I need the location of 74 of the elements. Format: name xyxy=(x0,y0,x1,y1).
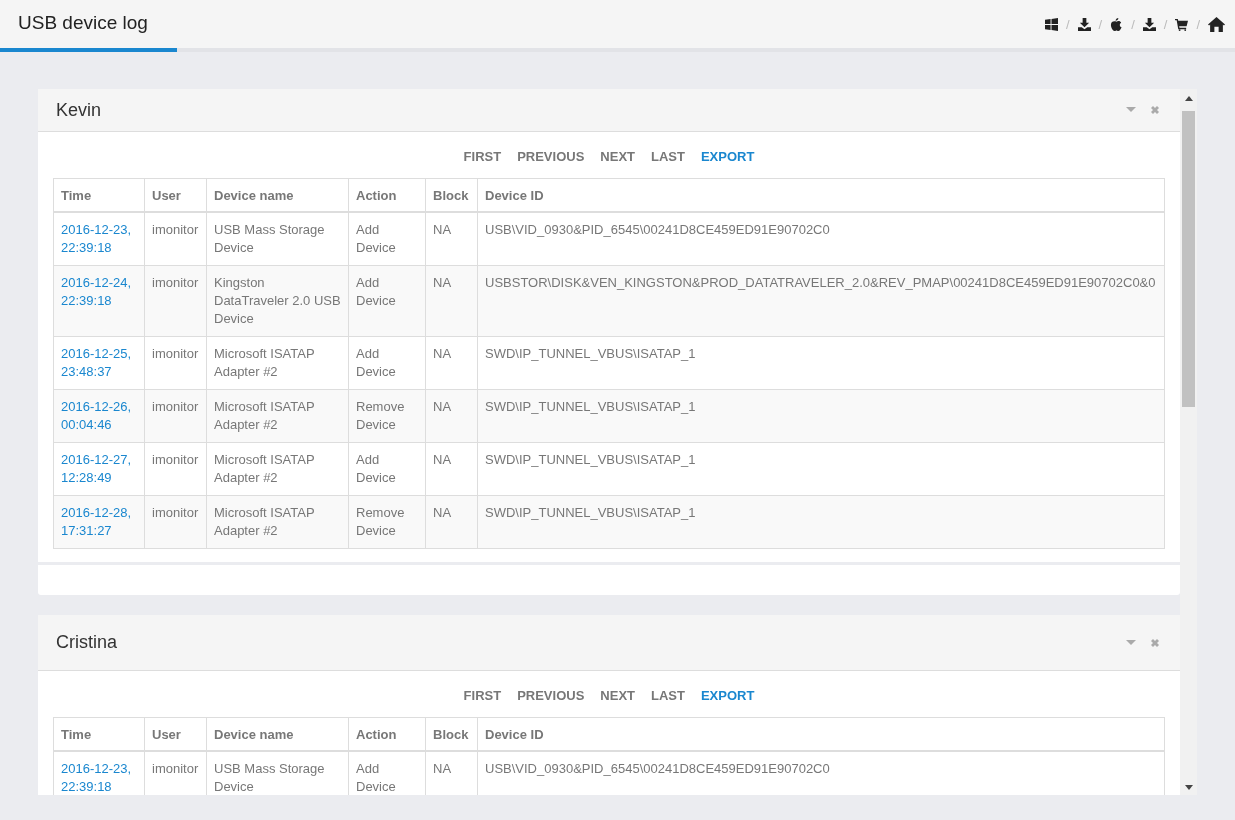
column-header: Time xyxy=(53,178,145,212)
scrollbar[interactable] xyxy=(1180,89,1197,795)
pager-link[interactable]: PREVIOUS xyxy=(517,149,585,164)
panel-title: Cristina xyxy=(56,632,118,653)
separator: / xyxy=(1196,16,1200,32)
table-cell-text: Remove Device xyxy=(356,398,406,434)
column-header: Device ID xyxy=(477,717,1165,751)
table-cell-text: USB\VID_0930&PID_6545\00241D8CE459ED91E90702C0 xyxy=(485,760,831,778)
column-header: Device name xyxy=(206,717,349,751)
table-cell-text: USB Mass Storage Device xyxy=(214,760,326,795)
table-cell: imonitor xyxy=(152,274,199,292)
table-cell-text: Add Device xyxy=(356,451,397,487)
download-icon[interactable] xyxy=(1142,17,1156,31)
pager-link[interactable]: PREVIOUS xyxy=(517,688,585,703)
table-cell-text: Add Device xyxy=(356,345,397,381)
table-cell: imonitor xyxy=(152,760,199,778)
column-header: User xyxy=(144,717,207,751)
table-cell-text: NA xyxy=(433,274,453,292)
pager-link[interactable]: LAST xyxy=(651,149,685,164)
table-cell-text: Microsoft ISATAP Adapter #2 xyxy=(214,504,316,540)
table-cell-text: Add Device xyxy=(356,274,397,310)
separator: / xyxy=(1065,16,1070,32)
download-icon[interactable] xyxy=(1077,17,1091,31)
table-cell-text: Microsoft ISATAP Adapter #2 xyxy=(214,345,316,381)
table-cell-text: Microsoft ISATAP Adapter #2 xyxy=(214,398,316,434)
table-cell-text: NA xyxy=(433,504,453,522)
table-cell-text: Add Device xyxy=(356,760,397,795)
table-cell: imonitor xyxy=(152,221,199,239)
export-link[interactable]: EXPORT xyxy=(700,688,755,703)
separator: / xyxy=(1163,16,1168,32)
table-cell-text: NA xyxy=(433,398,453,416)
column-header: Device ID xyxy=(477,178,1165,212)
table-cell-text: SWD\IP_TUNNEL_VBUS\ISATAP_1 xyxy=(485,345,697,363)
column-header: Device name xyxy=(206,178,349,212)
cart-icon[interactable] xyxy=(1175,17,1189,31)
column-header: User xyxy=(144,178,207,212)
pager-link[interactable]: FIRST xyxy=(463,149,502,164)
page-title: USB device log xyxy=(0,0,177,52)
table-cell-text: USB Mass Storage Device xyxy=(214,221,326,257)
table-cell: imonitor xyxy=(152,504,199,522)
column-header: Block xyxy=(425,178,478,212)
pager-link[interactable]: NEXT xyxy=(600,688,635,703)
table-cell-text: SWD\IP_TUNNEL_VBUS\ISATAP_1 xyxy=(485,451,697,469)
table-cell: imonitor xyxy=(152,345,199,363)
table-cell-text: SWD\IP_TUNNEL_VBUS\ISATAP_1 xyxy=(485,398,697,416)
pager-link[interactable]: FIRST xyxy=(463,688,502,703)
table-cell: imonitor xyxy=(152,451,199,469)
table-cell-text: SWD\IP_TUNNEL_VBUS\ISATAP_1 xyxy=(485,504,697,522)
table-cell-text: USB\VID_0930&PID_6545\00241D8CE459ED91E90702C0 xyxy=(485,221,831,239)
windows-icon[interactable] xyxy=(1044,17,1058,31)
separator: / xyxy=(1131,16,1135,32)
column-header: Block xyxy=(425,717,478,751)
table-cell-text: Microsoft ISATAP Adapter #2 xyxy=(214,451,316,487)
table-cell-text: NA xyxy=(433,451,453,469)
column-header: Action xyxy=(348,717,426,751)
table-cell: Kingston DataTraveler 2.0 USB Device xyxy=(214,274,341,328)
panel-title: Kevin xyxy=(56,99,103,121)
pager-link[interactable]: LAST xyxy=(651,688,685,703)
separator: / xyxy=(1098,16,1103,32)
column-header: Time xyxy=(53,717,145,751)
home-icon[interactable] xyxy=(1208,16,1225,32)
table-cell-text: NA xyxy=(433,760,453,778)
table-cell-text: NA xyxy=(433,221,453,239)
pager-link[interactable]: NEXT xyxy=(600,149,635,164)
table-cell: USBSTOR\DISK&VEN_KINGSTON&PROD_DATATRAVELER_2.0&REV_PMAP\00241D8CE459ED91E90702C0&0 xyxy=(485,274,1157,292)
table-cell-text: NA xyxy=(433,345,453,363)
export-link[interactable]: EXPORT xyxy=(700,149,755,164)
table-cell-text: Add Device xyxy=(356,221,397,257)
apple-icon[interactable] xyxy=(1110,17,1124,31)
table-cell-text: Remove Device xyxy=(356,504,406,540)
scroll-down-icon[interactable] xyxy=(1184,785,1193,790)
column-header: Action xyxy=(348,178,426,212)
scroll-up-icon[interactable] xyxy=(1184,96,1193,101)
table-cell: imonitor xyxy=(152,398,199,416)
